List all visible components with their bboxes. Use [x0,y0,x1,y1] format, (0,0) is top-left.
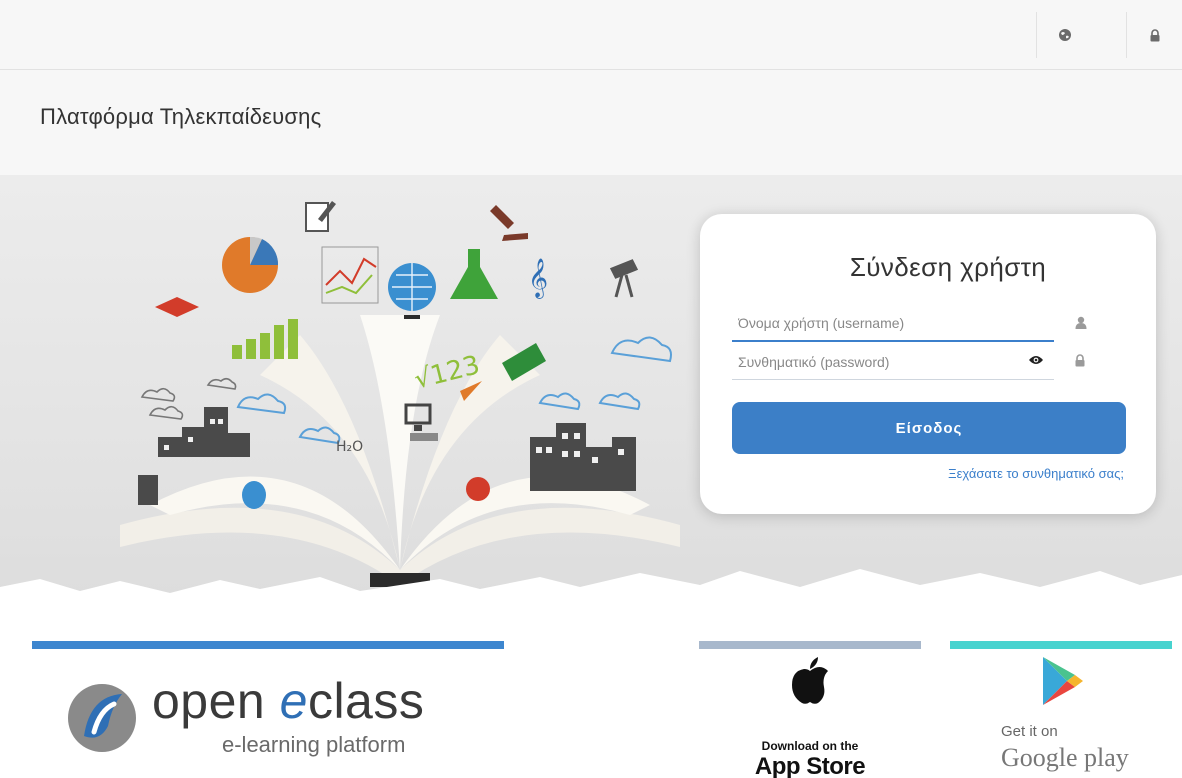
divider-bar-blue [32,641,504,649]
microscope-icon [490,205,528,241]
brand-e: e [279,673,308,729]
bar-chart-icon [232,319,298,359]
google-play-line1: Get it on [1001,723,1058,740]
login-button[interactable] [1126,12,1182,58]
open-eclass-logo[interactable]: open eclass e-learning platform [60,670,480,770]
google-play-badge[interactable]: Get it on Google play [975,655,1155,775]
graduation-cap-icon [155,297,199,317]
city-right-icon [530,423,636,491]
password-input[interactable] [732,344,1054,380]
site-title[interactable]: Πλατφόρμα Τηλεκπαίδευσης [40,104,321,130]
music-icon: 𝄞 [528,258,548,299]
top-bar [0,0,1182,70]
divider-bar-teal [950,641,1172,649]
lock-icon [1150,28,1159,41]
brand-wordmark: open eclass [152,676,424,726]
pie-chart-icon [222,236,279,293]
username-input[interactable] [732,306,1054,342]
document-edit-icon [305,201,336,232]
brand-open: open [152,673,280,729]
user-icon [1075,316,1087,329]
site-header: Πλατφόρμα Τηλεκπαίδευσης [0,70,1182,175]
palette-icon [242,481,266,509]
globe-icon [1058,29,1071,41]
login-submit-button[interactable]: Είσοδος [732,402,1126,454]
login-title: Σύνδεση χρήστη [849,252,1047,282]
brand-subtitle: e-learning platform [222,732,406,757]
google-play-line2: Google play [1001,743,1129,772]
language-button[interactable] [1036,12,1092,58]
h2o-icon: H₂O [336,439,363,455]
app-store-badge[interactable]: Download on the App Store [720,655,900,778]
apple-icon [466,477,490,501]
lock-icon [1075,354,1085,367]
forgot-password-link[interactable]: Ξεχάσατε το συνθηματικό σας; [948,466,1124,481]
apple-logo-icon [792,657,828,704]
divider-bar-gray [699,641,921,649]
brand-class: class [307,673,425,729]
app-store-line1: Download on the [761,739,859,753]
flask-icon [450,249,498,299]
eclass-logo-icon [68,684,136,752]
globe-icon [388,263,436,319]
google-play-icon [1043,657,1083,705]
telescope-icon [609,259,639,298]
line-chart-icon [321,246,379,304]
eye-icon[interactable] [1028,354,1044,366]
app-store-line2: App Store [754,753,866,778]
login-form: Σύνδεση χρήστη Είσοδος Ξεχάσατε το συνθη… [700,214,1156,514]
